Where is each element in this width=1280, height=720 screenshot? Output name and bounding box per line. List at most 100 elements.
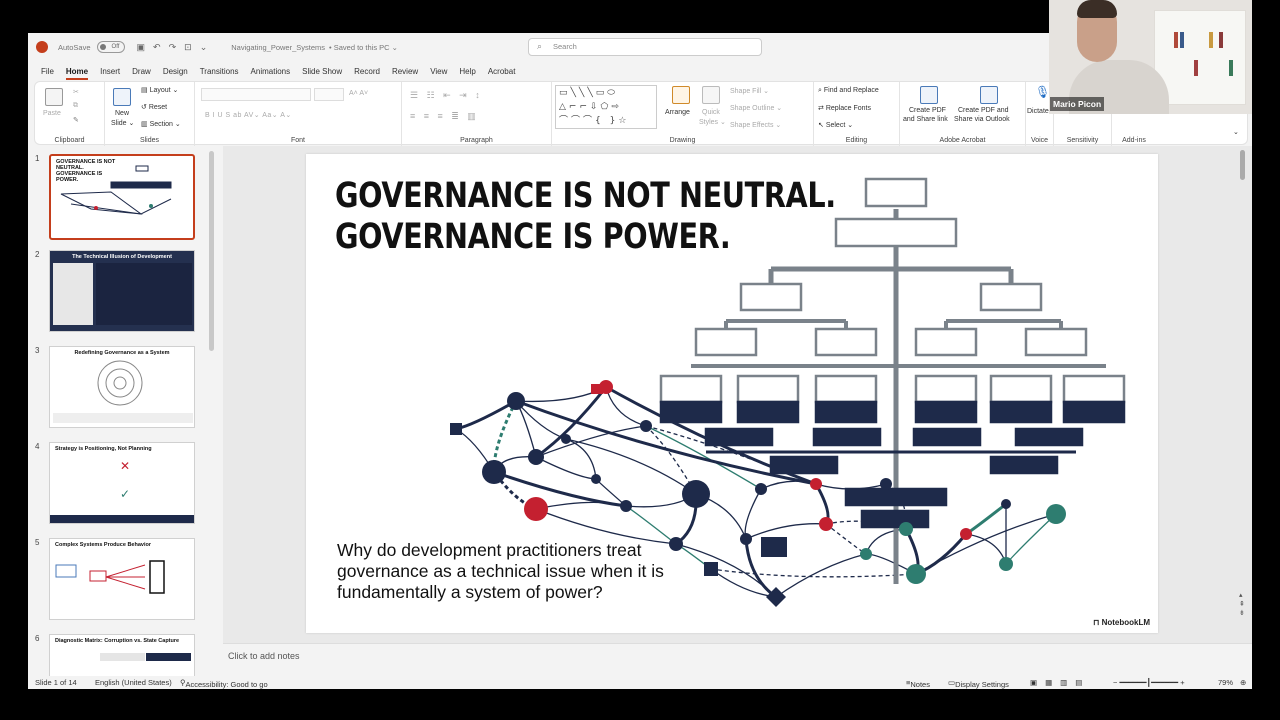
slide-title[interactable]: GOVERNANCE IS NOT NEUTRAL. GOVERNANCE IS… (335, 176, 836, 258)
arrange-icon[interactable] (672, 86, 690, 104)
format-painter-icon[interactable]: ✎ (73, 116, 79, 124)
paste-icon[interactable] (45, 88, 63, 106)
save-status[interactable]: • Saved to this PC ⌄ (329, 43, 398, 52)
tab-record[interactable]: Record (354, 67, 380, 76)
shape-fill-button[interactable]: Shape Fill ⌄ (730, 87, 769, 95)
create-pdf-link-2[interactable]: and Share link (903, 116, 948, 123)
display-settings-button[interactable]: ▭ Display Settings (948, 678, 1009, 689)
create-pdf-link-1[interactable]: Create PDF (909, 107, 946, 114)
accessibility-status[interactable]: ⚲ Accessibility: Good to go (180, 678, 268, 689)
align-buttons[interactable]: ≡ ≡ ≡ ≣ ▥ (410, 111, 479, 122)
language-indicator[interactable]: English (United States) (95, 678, 172, 687)
paste-button[interactable]: Paste (43, 110, 61, 117)
reset-button[interactable]: ↺ Reset (141, 103, 167, 111)
zoom-slider[interactable]: − ━━━━━━┃━━━━━━ + (1113, 678, 1185, 687)
present-icon[interactable]: ⊡ (184, 42, 192, 53)
org-chart-box (912, 427, 982, 447)
thumbnail-slide-3[interactable]: Redefining Governance as a System (49, 346, 195, 428)
font-size-box[interactable] (314, 88, 344, 101)
dictate-button[interactable]: Dictate (1027, 108, 1049, 115)
slide-scrollbar[interactable] (1240, 150, 1245, 180)
collapse-ribbon-icon[interactable]: ⌄ (1233, 128, 1239, 136)
arrange-button[interactable]: Arrange (665, 109, 690, 116)
quick-styles-dropdown[interactable]: Styles ⌄ (699, 118, 726, 126)
tab-insert[interactable]: Insert (100, 67, 120, 76)
zoom-level[interactable]: 79% (1218, 678, 1233, 687)
slide-nav-arrows[interactable]: ▴ ⇞ ⇟ (1239, 591, 1245, 618)
new-slide-icon[interactable] (113, 88, 131, 106)
layout-button[interactable]: ▤ Layout ⌄ (141, 86, 178, 94)
notes-pane[interactable]: Click to add notes (223, 643, 1252, 676)
thumbnail-title: Diagnostic Matrix: Corruption vs. State … (55, 638, 180, 644)
create-pdf-outlook-2[interactable]: Share via Outlook (954, 116, 1010, 123)
network-node (740, 533, 752, 545)
tab-transitions[interactable]: Transitions (200, 67, 239, 76)
network-node (880, 478, 892, 490)
create-pdf-outlook-icon[interactable] (980, 86, 998, 104)
clipboard-group-label: Clipboard (54, 137, 85, 144)
network-edge (744, 488, 762, 540)
shape-effects-button[interactable]: Shape Effects ⌄ (730, 121, 781, 129)
list-buttons[interactable]: ☰ ☷ ⇤ ⇥ ↕ (410, 90, 483, 101)
tab-draw[interactable]: Draw (132, 67, 151, 76)
thumbnail-title: Strategy is Positioning, Not Planning (55, 446, 152, 452)
thumbnail-slide-4[interactable]: Strategy is Positioning, Not Planning ✕ … (49, 442, 195, 524)
reset-label: Reset (148, 104, 168, 111)
tab-help[interactable]: Help (459, 67, 475, 76)
select-button[interactable]: ↖ Select ⌄ (818, 121, 853, 129)
fit-slide-icon[interactable]: ⊕ (1240, 678, 1246, 687)
tab-review[interactable]: Review (392, 67, 418, 76)
document-filename: Navigating_Power_Systems (231, 42, 326, 52)
undo-icon[interactable]: ↶ (153, 42, 161, 53)
font-format-buttons[interactable]: B I U S ab AV⌄ Aa⌄ A⌄ (205, 111, 292, 119)
microphone-icon[interactable]: 🎙 (1035, 85, 1050, 99)
network-node (450, 424, 462, 434)
slide-question[interactable]: Why do development practitioners treat g… (337, 540, 717, 603)
shape-outline-button[interactable]: Shape Outline ⌄ (730, 104, 782, 112)
thumbnail-scrollbar[interactable] (209, 151, 214, 351)
copy-icon[interactable]: ⧉ (73, 102, 78, 110)
thumbnail-slide-6[interactable]: Diagnostic Matrix: Corruption vs. State … (49, 634, 195, 676)
font-size-adjust[interactable]: A˄ A˅ (349, 90, 368, 97)
new-slide-dropdown[interactable]: Slide ⌄ (111, 119, 134, 127)
org-chart-box (812, 427, 882, 447)
shapes-gallery[interactable]: ▭╲╲╲▭⬭ △⌐⌐⇩⬠⇨ ⌒⌒⌒{ }☆ (555, 85, 657, 129)
network-edge (710, 568, 917, 578)
quick-styles-label[interactable]: Quick (702, 109, 720, 116)
font-name-box[interactable] (201, 88, 311, 101)
network-edge (825, 523, 867, 555)
view-buttons[interactable]: ▣▦▥▤ (1030, 678, 1090, 687)
thumbnail-slide-5[interactable]: Complex Systems Produce Behavior (49, 538, 195, 620)
new-slide-label[interactable]: New (115, 110, 129, 117)
network-node (640, 420, 652, 432)
tab-animations[interactable]: Animations (251, 67, 291, 76)
tab-view[interactable]: View (430, 67, 447, 76)
create-pdf-link-icon[interactable] (920, 86, 938, 104)
find-replace-button[interactable]: ⌕ Find and Replace (818, 87, 879, 95)
customize-qat-icon[interactable]: ⌄ (200, 42, 208, 53)
search-box[interactable]: ⌕ Search (528, 38, 762, 56)
tab-acrobat[interactable]: Acrobat (488, 67, 516, 76)
brand-label: NotebookLM (1101, 618, 1150, 627)
sensitivity-group-label[interactable]: Sensitivity (1054, 137, 1111, 144)
cut-icon[interactable]: ✂ (73, 88, 79, 96)
tab-slide-show[interactable]: Slide Show (302, 67, 342, 76)
thumbnail-number: 1 (35, 154, 40, 163)
replace-fonts-button[interactable]: ⇄ Replace Fonts (818, 104, 871, 112)
thumbnail-slide-1[interactable]: GOVERNANCE IS NOT NEUTRAL. GOVERNANCE IS… (49, 154, 195, 240)
save-icon[interactable]: ▣ (137, 42, 146, 53)
redo-icon[interactable]: ↷ (169, 42, 177, 53)
tab-design[interactable]: Design (163, 67, 188, 76)
section-button[interactable]: ▥ Section ⌄ (141, 120, 181, 128)
autosave-toggle[interactable]: Off (96, 41, 125, 53)
slide-canvas[interactable]: GOVERNANCE IS NOT NEUTRAL. GOVERNANCE IS… (306, 154, 1158, 633)
create-pdf-outlook-1[interactable]: Create PDF and (958, 107, 1009, 114)
addins-group-label[interactable]: Add-ins (1112, 137, 1156, 144)
tab-file[interactable]: File (41, 67, 54, 76)
webcam-overlay: Mario Picon (1049, 0, 1252, 114)
tab-home[interactable]: Home (65, 67, 89, 80)
quick-styles-icon[interactable] (702, 86, 720, 104)
thumbnail-slide-2[interactable]: The Technical Illusion of Development (49, 250, 195, 332)
notes-toggle[interactable]: ≡ Notes (906, 678, 930, 689)
org-chart-box (989, 455, 1059, 475)
